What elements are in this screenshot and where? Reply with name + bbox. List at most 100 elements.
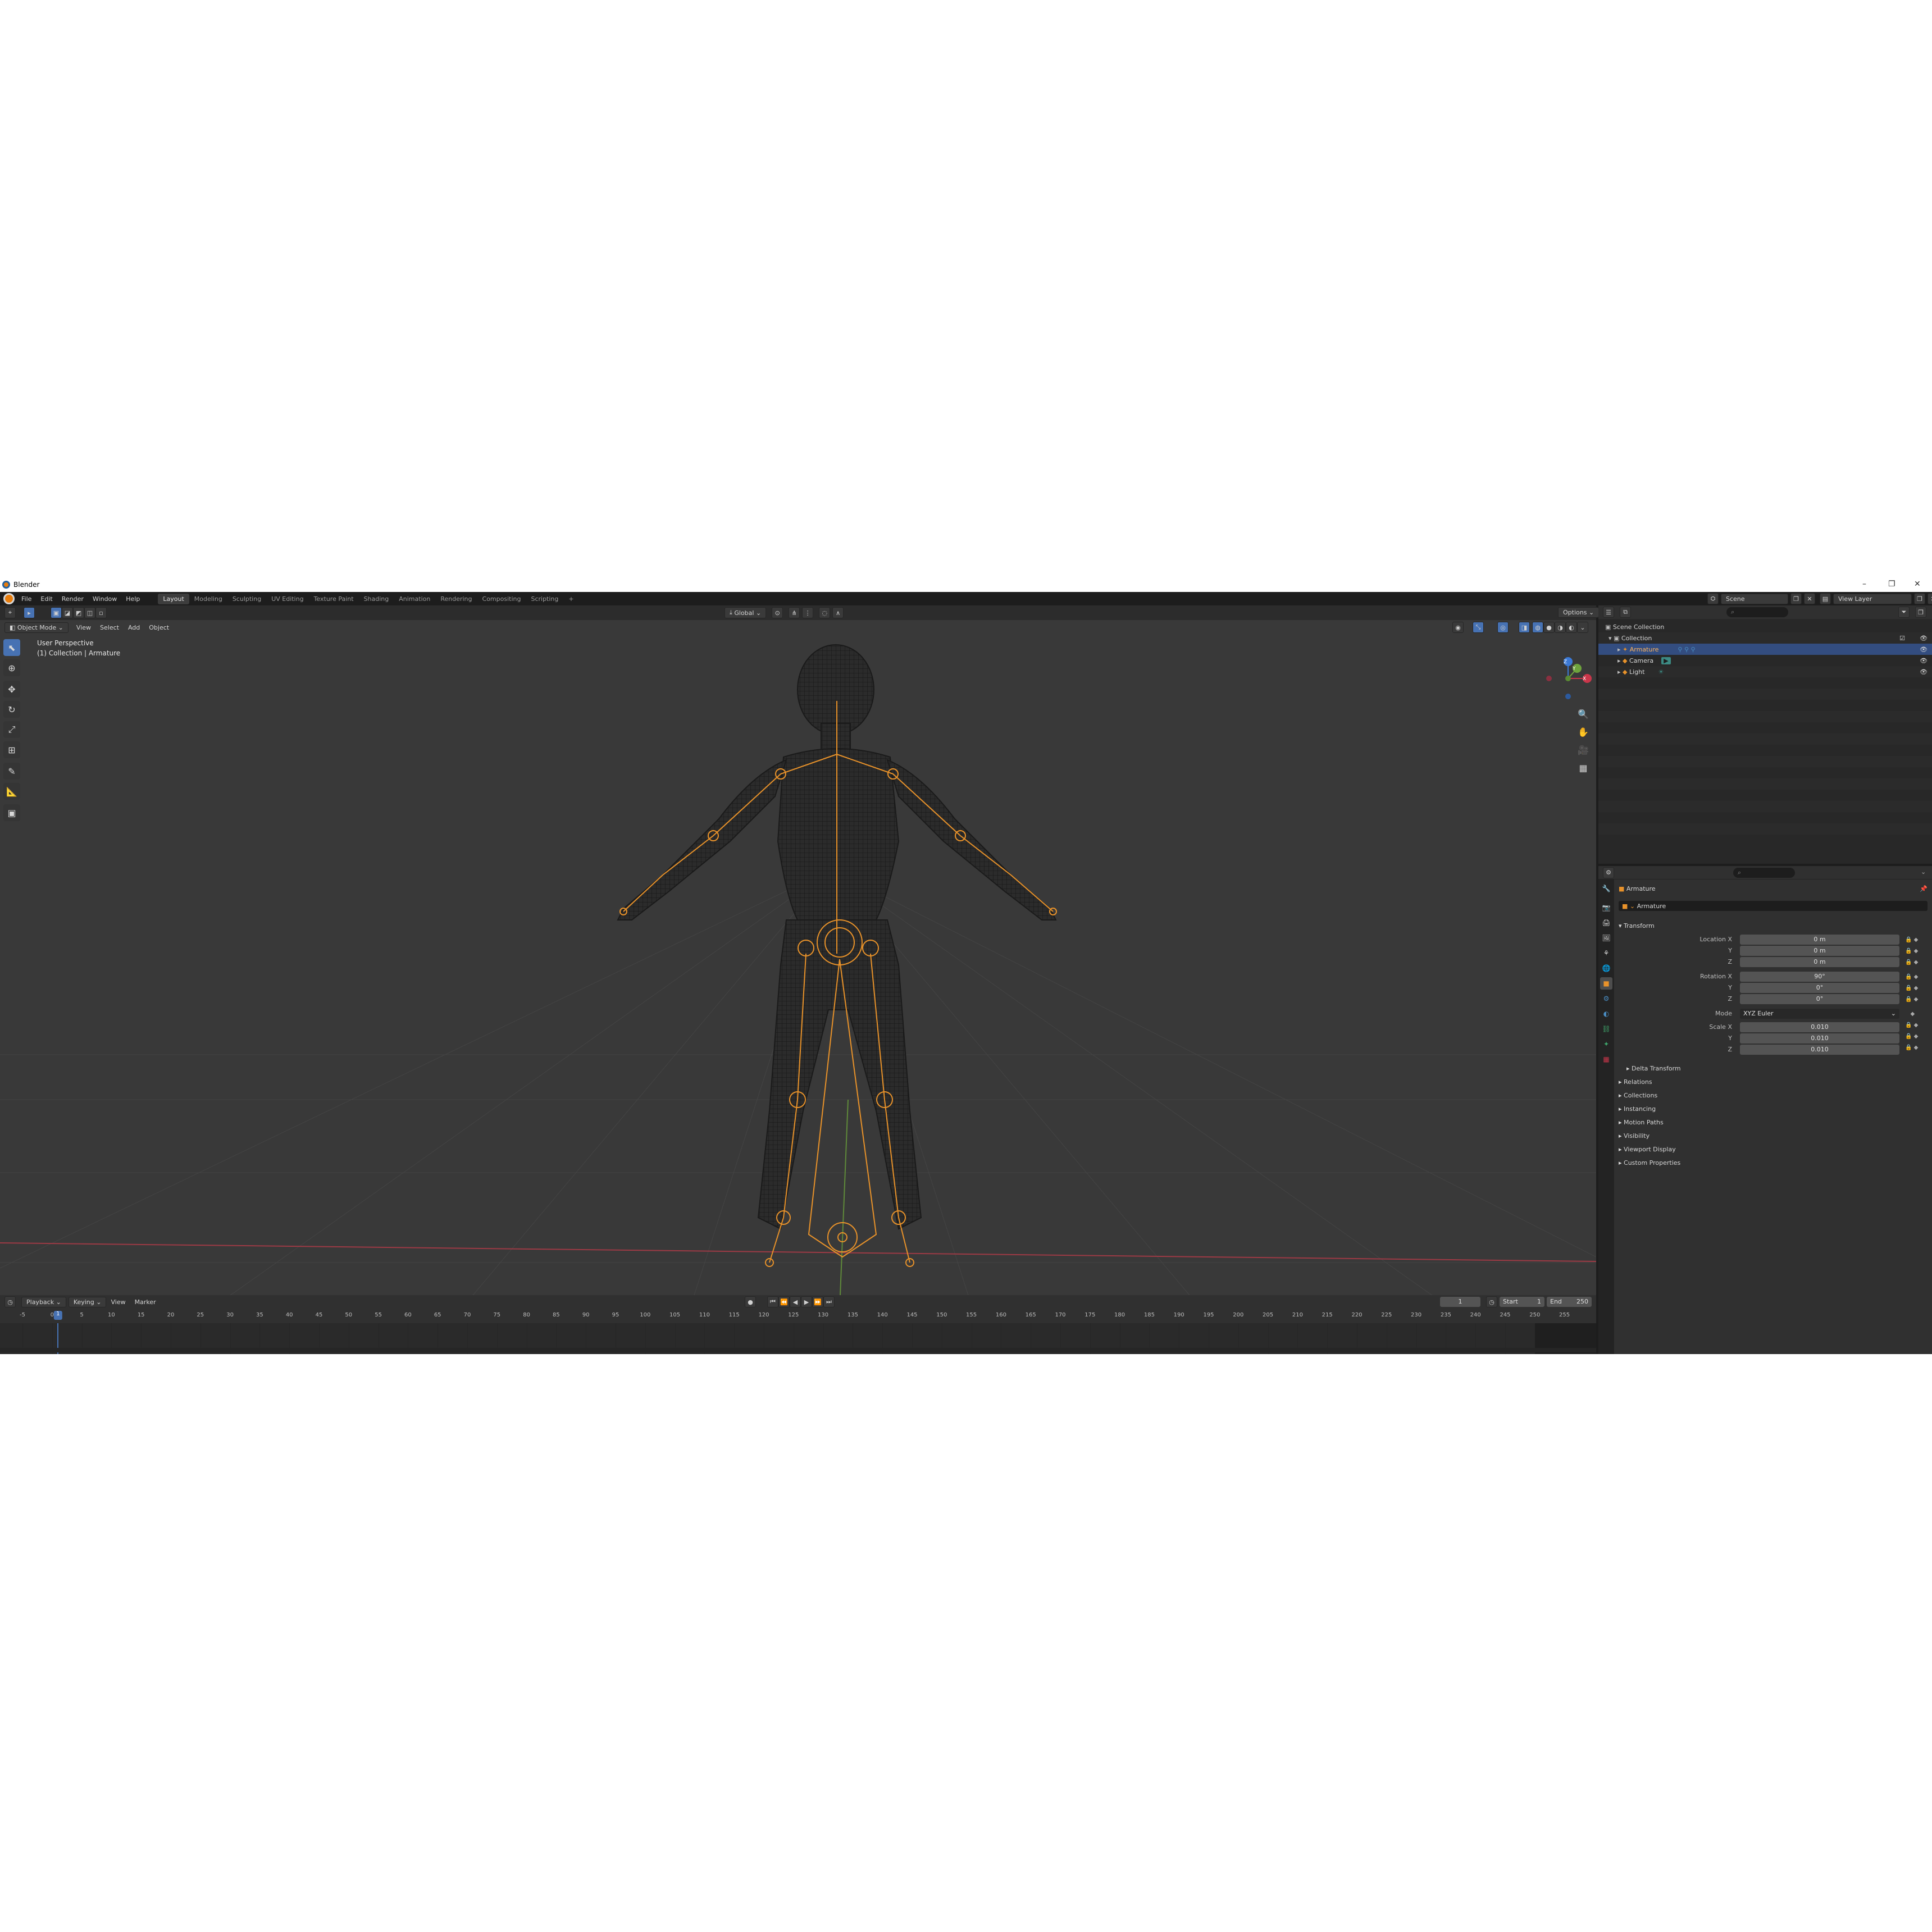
lock-icon[interactable]: 🔒 ◆ (1905, 972, 1928, 983)
lock-icon[interactable]: 🔒 ◆ (1905, 994, 1928, 1005)
object-tab-icon[interactable]: ■ (1600, 977, 1612, 990)
output-tab-icon[interactable]: 🖨 (1600, 917, 1612, 929)
exclude-checkbox[interactable]: ☑ (1899, 635, 1905, 642)
add-workspace-button[interactable]: + (563, 594, 578, 604)
tab-modeling[interactable]: Modeling (189, 594, 227, 604)
menu-window[interactable]: Window (88, 595, 121, 603)
filter-icon[interactable]: ⏷ (1898, 607, 1910, 618)
jump-end-icon[interactable]: ⏭ (823, 1296, 835, 1307)
tab-sculpting[interactable]: Sculpting (227, 594, 266, 604)
world-tab-icon[interactable]: 🌐 (1600, 962, 1612, 974)
motion-paths-panel[interactable]: ▸ Motion Paths (1619, 1117, 1664, 1128)
keyframe-icon[interactable]: ◆ (1905, 1009, 1928, 1020)
outliner-row-camera[interactable]: ▸ ◆ Camera ▶ 👁 (1598, 655, 1932, 666)
tab-scripting[interactable]: Scripting (526, 594, 563, 604)
play-reverse-icon[interactable]: ◀ (790, 1296, 801, 1307)
rotation-z-field[interactable]: 0° (1740, 994, 1899, 1004)
view-layer-tab-icon[interactable]: 🖼 (1600, 932, 1612, 944)
tab-shading[interactable]: Shading (359, 594, 394, 604)
outliner-editor-type-icon[interactable]: ☰ (1603, 607, 1614, 618)
new-collection-icon[interactable]: ❐ (1915, 607, 1926, 618)
delete-view-layer-icon[interactable]: ✕ (1928, 593, 1932, 604)
tab-layout[interactable]: Layout (158, 593, 189, 604)
tab-uv-editing[interactable]: UV Editing (266, 594, 308, 604)
start-frame-field[interactable]: Start 1 (1500, 1297, 1544, 1307)
end-frame-field[interactable]: End 250 (1547, 1297, 1592, 1307)
menu-edit[interactable]: Edit (36, 595, 57, 603)
menu-file[interactable]: File (17, 595, 36, 603)
scale-y-field[interactable]: 0.010 (1740, 1033, 1899, 1044)
close-button[interactable]: ✕ (1914, 580, 1921, 589)
tab-rendering[interactable]: Rendering (435, 594, 477, 604)
rotation-mode-dropdown[interactable]: XYZ Euler ⌄ (1740, 1009, 1899, 1019)
outliner-row-collection[interactable]: ▾ ▣ Collection ☑ 👁 (1598, 632, 1932, 644)
collections-panel[interactable]: ▸ Collections (1619, 1090, 1657, 1101)
minimize-button[interactable]: – (1862, 580, 1866, 589)
properties-editor-type-icon[interactable]: ⚙ (1603, 867, 1614, 878)
modifiers-tab-icon[interactable]: ⚙ (1600, 992, 1612, 1005)
object-data-tab-icon[interactable]: ✦ (1600, 1038, 1612, 1050)
collapse-icon[interactable]: ▾ (1609, 635, 1614, 642)
rotation-y-field[interactable]: 0° (1740, 983, 1899, 993)
prev-keyframe-icon[interactable]: ⏪ (778, 1296, 790, 1307)
tab-compositing[interactable]: Compositing (477, 594, 526, 604)
playback-menu[interactable]: Playback ⌄ (21, 1296, 66, 1307)
play-icon[interactable]: ▶ (801, 1296, 812, 1307)
maximize-button[interactable]: ❐ (1888, 580, 1895, 589)
tab-texture-paint[interactable]: Texture Paint (309, 594, 359, 604)
camera-visibility-icon[interactable]: 👁 (1920, 657, 1928, 664)
next-keyframe-icon[interactable]: ⏩ (812, 1296, 823, 1307)
timeline-menu-view[interactable]: View (106, 1298, 130, 1306)
view-layer-icon[interactable]: ▤ (1820, 593, 1831, 604)
delete-scene-icon[interactable]: ✕ (1804, 593, 1815, 604)
zoom-icon[interactable]: 🔍 (1576, 707, 1591, 721)
expand-icon[interactable]: ▸ (1617, 668, 1623, 676)
expand-icon[interactable]: ▸ (1617, 646, 1623, 653)
timeline-menu-marker[interactable]: Marker (130, 1298, 161, 1306)
current-frame-field[interactable]: 1 (1440, 1297, 1480, 1307)
rotation-x-field[interactable]: 90° (1740, 972, 1899, 982)
camera-view-icon[interactable]: 🎥 (1576, 742, 1591, 757)
armature-visibility-icon[interactable]: 👁 (1920, 646, 1928, 653)
physics-tab-icon[interactable]: ◐ (1600, 1008, 1612, 1020)
pin-icon[interactable]: 📌 (1920, 885, 1928, 892)
record-icon[interactable]: ● (745, 1296, 756, 1307)
expand-icon[interactable]: ▸ (1617, 657, 1623, 664)
relations-panel[interactable]: ▸ Relations (1619, 1076, 1652, 1087)
new-scene-icon[interactable]: ❐ (1790, 593, 1802, 604)
viewport-display-panel[interactable]: ▸ Viewport Display (1619, 1143, 1676, 1155)
constraints-tab-icon[interactable]: ⛓ (1600, 1023, 1612, 1035)
scene-selector[interactable]: Scene (1721, 593, 1788, 604)
menu-render[interactable]: Render (57, 595, 88, 603)
instancing-panel[interactable]: ▸ Instancing (1619, 1103, 1656, 1114)
location-y-field[interactable]: 0 m (1740, 946, 1899, 956)
render-tab-icon[interactable]: 📷 (1600, 901, 1612, 914)
location-x-field[interactable]: 0 m (1740, 935, 1899, 945)
tool-tab-icon[interactable]: 🔧 (1600, 882, 1612, 895)
menu-help[interactable]: Help (121, 595, 144, 603)
visibility-panel[interactable]: ▸ Visibility (1619, 1130, 1650, 1141)
lock-icon[interactable]: 🔒 ◆ (1905, 957, 1928, 968)
transform-panel-header[interactable]: ▾ Transform (1619, 920, 1928, 931)
timeline-editor-type-icon[interactable]: ◷ (4, 1296, 16, 1307)
new-view-layer-icon[interactable]: ❐ (1914, 593, 1925, 604)
pan-hand-icon[interactable]: ✋ (1576, 724, 1591, 739)
outliner-search-input[interactable]: ⌕ (1726, 607, 1788, 617)
lock-icon[interactable]: 🔒 ◆ (1905, 935, 1928, 946)
frame-ruler[interactable]: -5 0 5 10 15 20 25 30 35 40 45 50 55 60 65 70 75 80 85 90 95… (0, 1310, 1596, 1321)
playhead-frame-indicator[interactable]: 1 (54, 1311, 62, 1320)
lock-icon[interactable]: 🔒 ◆ (1905, 1020, 1928, 1031)
texture-tab-icon[interactable]: ▦ (1600, 1053, 1612, 1065)
view-layer-selector[interactable]: View Layer (1833, 593, 1912, 604)
tab-animation[interactable]: Animation (394, 594, 435, 604)
light-visibility-icon[interactable]: 👁 (1920, 668, 1928, 676)
collection-visibility-icon[interactable]: 👁 (1920, 635, 1928, 642)
delta-transform-panel[interactable]: ▸ Delta Transform (1626, 1063, 1681, 1074)
scene-icon[interactable]: ⛭ (1707, 593, 1719, 604)
timeline-scrollbar[interactable] (0, 1348, 1596, 1352)
scale-z-field[interactable]: 0.010 (1740, 1045, 1899, 1055)
perspective-toggle-icon[interactable]: ▦ (1576, 760, 1591, 775)
lock-icon[interactable]: 🔒 ◆ (1905, 983, 1928, 994)
custom-properties-panel[interactable]: ▸ Custom Properties (1619, 1157, 1680, 1168)
jump-start-icon[interactable]: ⏮ (767, 1296, 778, 1307)
